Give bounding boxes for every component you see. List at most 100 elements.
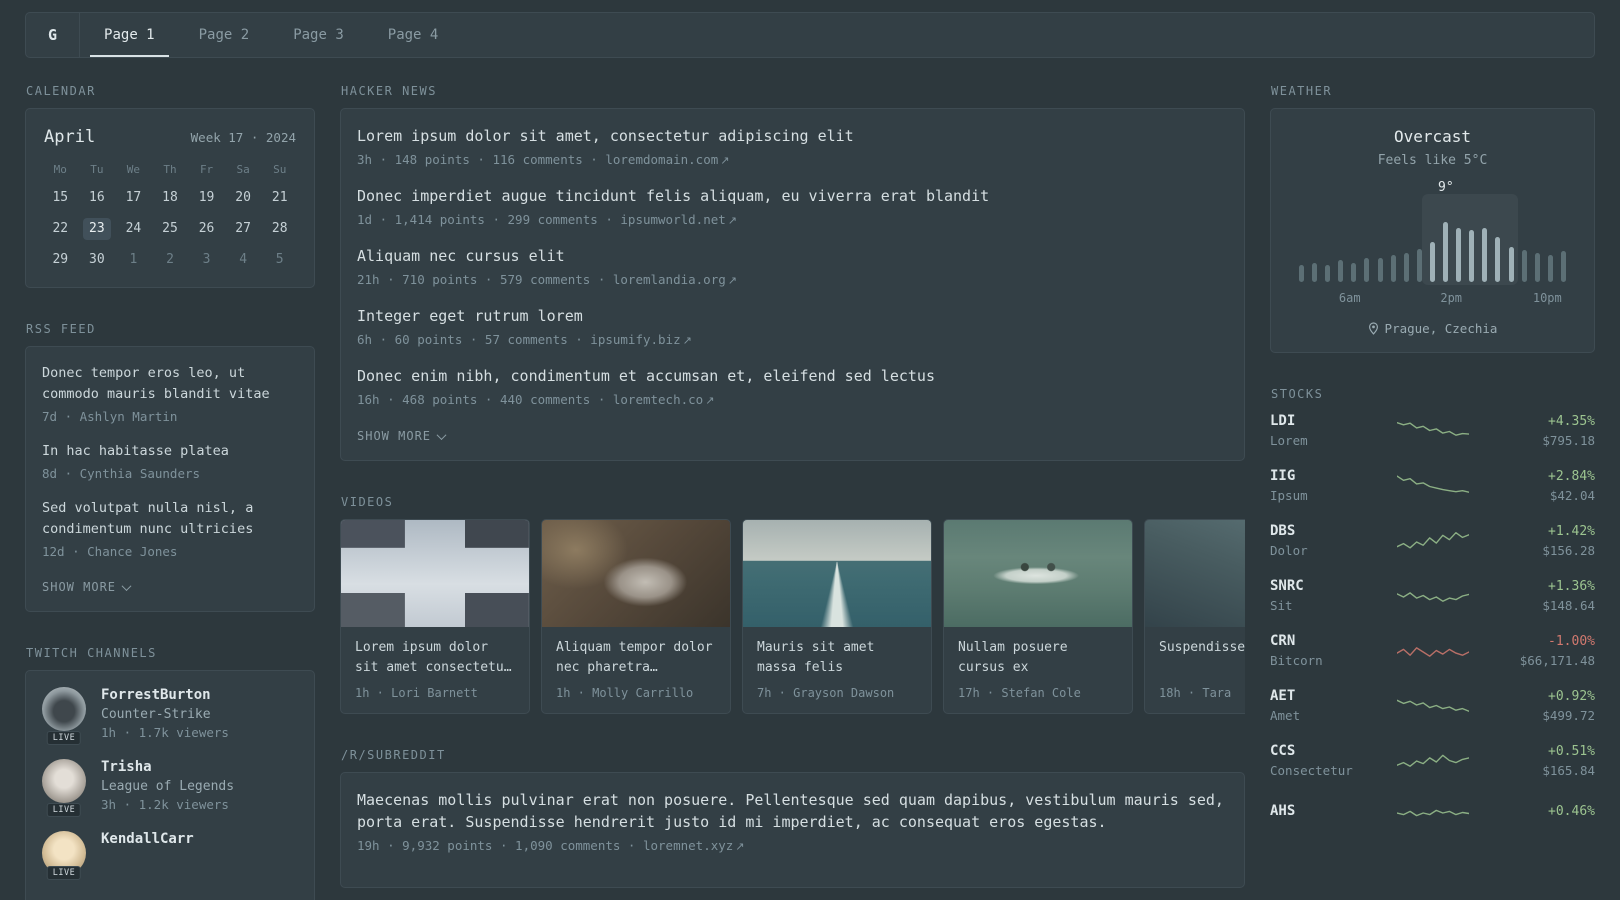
video-title[interactable]: Nullam posuere cursus ex <box>958 638 1118 678</box>
hn-item-domain[interactable]: loremdomain.com <box>605 152 718 167</box>
stock-row[interactable]: CRN Bitcorn -1.00% $66,171.48 <box>1270 633 1595 668</box>
calendar-header: April Week 17 · 2024 <box>42 125 298 147</box>
app-logo[interactable]: G <box>48 13 81 57</box>
stock-name: Consectetur <box>1270 763 1353 778</box>
stock-change: +0.46% <box>1548 803 1595 819</box>
calendar-dow: Th <box>163 163 177 176</box>
stock-symbol[interactable]: DBS <box>1270 523 1374 539</box>
channel-name[interactable]: Trisha <box>101 759 234 775</box>
video-title[interactable]: Lorem ipsum dolor sit amet consectetu… <box>355 638 515 678</box>
stock-symbol[interactable]: SNRC <box>1270 578 1374 594</box>
stock-left: AHS <box>1270 803 1374 823</box>
video-title[interactable]: Aliquam tempor dolor nec pharetra… <box>556 638 716 678</box>
live-badge: LIVE <box>46 731 82 745</box>
stock-left: CRN Bitcorn <box>1270 633 1374 668</box>
hn-item-title[interactable]: Integer eget rutrum lorem <box>357 305 1228 327</box>
tab-page-3[interactable]: Page 3 <box>279 13 358 57</box>
stock-symbol[interactable]: IIG <box>1270 468 1374 484</box>
external-link-icon: ↗ <box>727 274 737 287</box>
calendar-day-next-month: 2 <box>166 252 174 267</box>
live-badge: LIVE <box>46 803 82 817</box>
calendar-day: 20 <box>235 190 251 205</box>
calendar-month: April <box>44 127 96 147</box>
video-card[interactable]: Nullam posuere cursus ex 17h · Stefan Co… <box>943 519 1133 714</box>
video-title[interactable]: Suspendisse diam <box>1159 638 1245 678</box>
stock-name: Dolor <box>1270 543 1308 558</box>
stock-row[interactable]: DBS Dolor +1.42% $156.28 <box>1270 523 1595 558</box>
stock-symbol[interactable]: AHS <box>1270 803 1374 819</box>
hn-item-domain[interactable]: loremtech.co <box>613 392 703 407</box>
video-thumbnail[interactable] <box>1145 520 1245 627</box>
hn-item-title[interactable]: Aliquam nec cursus elit <box>357 245 1228 267</box>
stock-row[interactable]: AHS +0.46% <box>1270 798 1595 828</box>
stock-price: $66,171.48 <box>1519 652 1595 668</box>
video-card[interactable]: Lorem ipsum dolor sit amet consectetu… 1… <box>340 519 530 714</box>
tab-page-1[interactable]: Page 1 <box>90 13 169 57</box>
weather-feels-like: Feels like 5°C <box>1377 153 1488 168</box>
stock-row[interactable]: IIG Ipsum +2.84% $42.04 <box>1270 468 1595 503</box>
channel-name[interactable]: KendallCarr <box>101 831 194 847</box>
stock-symbol[interactable]: CRN <box>1270 633 1374 649</box>
stock-row[interactable]: LDI Lorem +4.35% $795.18 <box>1270 413 1595 448</box>
stock-right: +0.46% <box>1491 804 1595 823</box>
channel-name[interactable]: ForrestBurton <box>101 687 229 703</box>
video-thumbnail[interactable] <box>341 520 529 627</box>
stock-sparkline <box>1374 581 1491 611</box>
video-thumbnail[interactable] <box>944 520 1132 627</box>
rss-item-title[interactable]: Donec tempor eros leo, ut commodo mauris… <box>42 363 298 405</box>
calendar-dow: Fr <box>199 163 214 176</box>
calendar-dow: Tu <box>90 163 104 176</box>
rss-show-more-button[interactable]: SHOW MORE <box>42 580 132 594</box>
twitch-channel[interactable]: LIVE KendallCarr <box>42 831 298 880</box>
subreddit-post-domain[interactable]: loremnet.xyz <box>643 838 733 853</box>
stock-row[interactable]: CCS Consectetur +0.51% $165.84 <box>1270 743 1595 778</box>
video-meta: 1h · Molly Carrillo <box>556 686 694 700</box>
stock-change: +0.51% <box>1548 743 1595 759</box>
stock-name: Bitcorn <box>1270 653 1323 668</box>
calendar-day: 19 <box>198 190 215 205</box>
rss-item-title[interactable]: Sed volutpat nulla nisl, a condimentum n… <box>42 498 298 540</box>
calendar-day-next-month: 5 <box>275 252 284 267</box>
rss-item-title[interactable]: In hac habitasse platea <box>42 441 298 462</box>
stock-right: +2.84% $42.04 <box>1491 469 1595 503</box>
weather-condition: Overcast <box>1393 127 1472 146</box>
rss-widget: RSS FEED Donec tempor eros leo, ut commo… <box>25 322 315 612</box>
stock-left: SNRC Sit <box>1270 578 1374 613</box>
stock-left: DBS Dolor <box>1270 523 1374 558</box>
external-link-icon: ↗ <box>705 394 715 407</box>
tab-page-4[interactable]: Page 4 <box>374 13 453 57</box>
subreddit-post-title[interactable]: Maecenas mollis pulvinar erat non posuer… <box>357 789 1228 833</box>
tab-page-2[interactable]: Page 2 <box>185 13 264 57</box>
hn-item-title[interactable]: Lorem ipsum dolor sit amet, consectetur … <box>357 125 1228 147</box>
hn-show-more-button[interactable]: SHOW MORE <box>357 429 447 443</box>
video-body: Mauris sit amet massa felis 7h · Grayson… <box>743 627 931 713</box>
video-card[interactable]: Mauris sit amet massa felis 7h · Grayson… <box>742 519 932 714</box>
hn-item-domain[interactable]: ipsumify.biz <box>590 332 680 347</box>
stock-name: Amet <box>1270 708 1301 723</box>
video-thumbnail[interactable] <box>743 520 931 627</box>
hn-item-title[interactable]: Donec imperdiet augue tincidunt felis al… <box>357 185 1228 207</box>
video-card[interactable]: Aliquam tempor dolor nec pharetra… 1h · … <box>541 519 731 714</box>
twitch-channel[interactable]: LIVE ForrestBurton Counter-Strike 1h · 1… <box>42 687 298 745</box>
weather-widget: WEATHER Overcast Feels like 5°C 9° 6am 2p… <box>1270 84 1595 353</box>
calendar-day-next-month: 3 <box>202 252 211 267</box>
stock-row[interactable]: SNRC Sit +1.36% $148.64 <box>1270 578 1595 613</box>
rss-widget-title: RSS FEED <box>26 322 96 336</box>
calendar-day-next-month: 1 <box>129 252 138 267</box>
stock-left: AET Amet <box>1270 688 1374 723</box>
stock-symbol[interactable]: AET <box>1270 688 1374 704</box>
video-thumbnail[interactable] <box>542 520 730 627</box>
avatar <box>42 687 86 731</box>
video-title[interactable]: Mauris sit amet massa felis <box>757 638 917 678</box>
stock-symbol[interactable]: CCS <box>1270 743 1374 759</box>
hn-item-title[interactable]: Donec enim nibh, condimentum et accumsan… <box>357 365 1228 387</box>
weather-chart: 9° <box>1299 180 1566 285</box>
stock-symbol[interactable]: LDI <box>1270 413 1374 429</box>
stock-row[interactable]: AET Amet +0.92% $499.72 <box>1270 688 1595 723</box>
twitch-channel[interactable]: LIVE Trisha League of Legends 3h · 1.2k … <box>42 759 298 817</box>
hn-item-domain[interactable]: ipsumworld.net <box>620 212 725 227</box>
avatar-wrap: LIVE <box>42 687 86 745</box>
video-card[interactable]: Suspendisse diam 18h · Tara <box>1144 519 1245 714</box>
avatar-wrap: LIVE <box>42 759 86 817</box>
hn-item-domain[interactable]: loremlandia.org <box>613 272 726 287</box>
